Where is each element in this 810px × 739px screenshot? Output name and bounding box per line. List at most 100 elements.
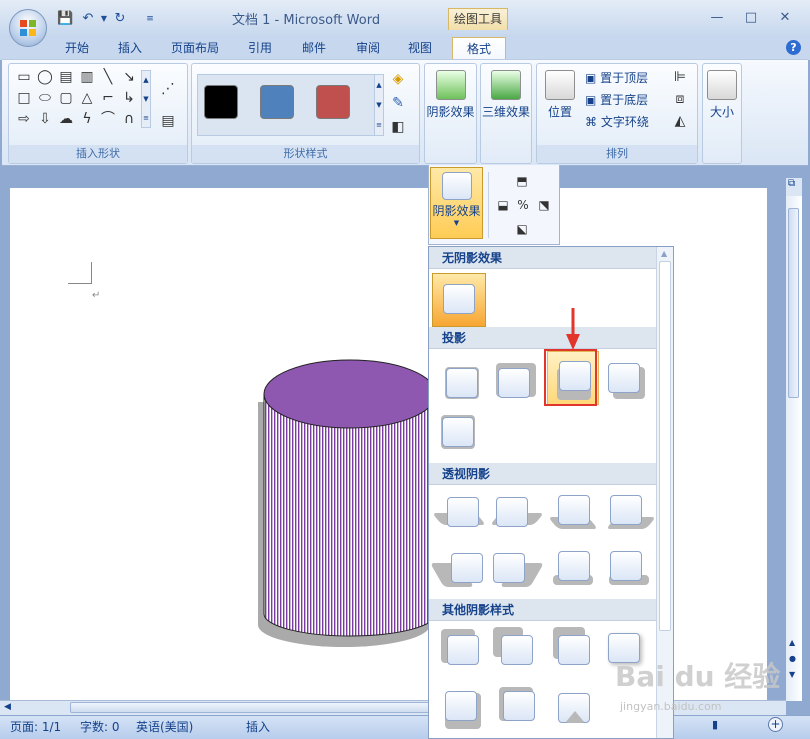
ellipse-shape-icon[interactable]: ⬭ [36, 89, 54, 107]
perspective-shadow-5[interactable] [430, 549, 483, 591]
tab-mailings[interactable]: 邮件 [294, 37, 334, 59]
other-shadow-5[interactable] [441, 689, 483, 731]
other-shadow-7[interactable] [555, 689, 597, 731]
drop-shadow-5[interactable] [439, 413, 481, 455]
text-box-insert-icon[interactable]: ▤ [159, 112, 177, 130]
zoom-in-icon[interactable]: + [768, 717, 783, 732]
textbox-shape-icon[interactable]: ▤ [57, 68, 75, 86]
nudge-shadow-up-icon[interactable]: ⬒ [513, 172, 531, 190]
align-icon[interactable]: ⊫ [671, 68, 689, 86]
send-to-back-button[interactable]: ▣ 置于底层 [585, 90, 648, 110]
drop-shadow-1[interactable] [441, 363, 483, 405]
arrow-line-icon[interactable]: ↘ [120, 68, 138, 86]
tab-view[interactable]: 视图 [400, 37, 440, 59]
gallery-scroll-up-icon[interactable]: ▲ [661, 249, 667, 258]
other-shadow-3[interactable] [553, 627, 595, 669]
lightning-shape-icon[interactable]: ϟ [78, 110, 96, 128]
group-objects-icon[interactable]: ⧈ [671, 90, 689, 108]
perspective-shadow-1[interactable] [431, 493, 487, 535]
status-mode[interactable]: 插入 [246, 718, 270, 736]
tab-format[interactable]: 格式 [452, 37, 506, 59]
vertical-scroll-thumb[interactable] [788, 208, 799, 398]
cylinder-shape[interactable] [256, 352, 456, 652]
redo-icon[interactable]: ↻ [112, 11, 128, 27]
rotate-icon[interactable]: ◭ [671, 112, 689, 130]
style-swatch-black[interactable] [204, 85, 238, 119]
shapes-gallery-scroll[interactable]: ▲ ▼ ≡ [141, 70, 151, 128]
nudge-shadow-right-icon[interactable]: ⬔ [535, 196, 553, 214]
rectangle-shape-icon[interactable]: ▭ [15, 68, 33, 86]
perspective-shadow-6[interactable] [491, 549, 544, 591]
ruler-toggle-icon[interactable]: ⧉ [788, 178, 795, 189]
nudge-shadow-down-icon[interactable]: ⬕ [513, 220, 531, 238]
edit-shape-icon[interactable]: ⋰ [159, 80, 177, 98]
shadow-on-off-icon[interactable]: % [514, 196, 532, 214]
tab-page-layout[interactable]: 页面布局 [166, 37, 224, 59]
customize-quick-access-icon[interactable]: ≡ [142, 11, 158, 27]
perspective-shadow-4[interactable] [605, 493, 657, 535]
maximize-icon[interactable]: □ [741, 10, 761, 26]
right-arrow-shape-icon[interactable]: ⇨ [15, 110, 33, 128]
group-shadow-effects: 阴影效果 [424, 63, 477, 164]
other-shadow-2[interactable] [493, 627, 535, 669]
rounded-rect-icon[interactable]: ▢ [57, 89, 75, 107]
perspective-shadow-7[interactable] [553, 549, 599, 591]
style-swatch-blue[interactable] [260, 85, 294, 119]
3d-effects-button[interactable]: 三维效果 [481, 70, 531, 120]
gallery-scroll-thumb[interactable] [659, 261, 671, 631]
vertical-scrollbar[interactable]: ▲ ● ▼ [786, 196, 802, 701]
status-language[interactable]: 英语(美国) [136, 718, 193, 736]
undo-icon[interactable]: ↶ [80, 11, 96, 27]
tab-home[interactable]: 开始 [57, 37, 97, 59]
help-icon[interactable]: ? [786, 40, 801, 55]
size-button[interactable]: 大小 [703, 70, 741, 120]
change-shape-icon[interactable]: ◧ [389, 118, 407, 136]
close-icon[interactable]: ✕ [775, 10, 795, 26]
margin-corner-mark [68, 262, 92, 284]
prev-page-icon[interactable]: ▲ [789, 638, 795, 647]
rect-shape-icon[interactable]: □ [15, 89, 33, 107]
scroll-left-icon[interactable]: ◀ [4, 702, 11, 712]
oval-shape-icon[interactable]: ◯ [36, 68, 54, 86]
line-shape-icon[interactable]: ╲ [99, 68, 117, 86]
horizontal-scroll-thumb[interactable] [70, 702, 430, 713]
arc-shape-icon[interactable]: ⌒ [99, 110, 117, 128]
shadow-effects-button[interactable]: 阴影效果 [425, 70, 476, 120]
minimize-icon[interactable]: — [707, 10, 727, 26]
vertical-textbox-icon[interactable]: ▥ [78, 68, 96, 86]
styles-gallery-scroll[interactable]: ▲ ▼ ≡ [374, 74, 384, 136]
triangle-shape-icon[interactable]: △ [78, 89, 96, 107]
browse-object-icon[interactable]: ● [789, 654, 796, 663]
no-shadow-option[interactable] [432, 273, 486, 327]
style-swatch-red[interactable] [316, 85, 350, 119]
tab-insert[interactable]: 插入 [110, 37, 150, 59]
curve-shape-icon[interactable]: ∩ [120, 110, 138, 128]
bring-to-front-button[interactable]: ▣ 置于顶层 [585, 68, 648, 88]
position-button[interactable]: 位置 [541, 70, 579, 120]
elbow-arrow-icon[interactable]: ↳ [120, 89, 138, 107]
perspective-shadow-2[interactable] [489, 493, 545, 535]
down-arrow-shape-icon[interactable]: ⇩ [36, 110, 54, 128]
save-icon[interactable]: 💾 [57, 11, 73, 27]
text-wrap-button[interactable]: ⌘ 文字环绕 [585, 112, 649, 132]
office-button[interactable] [9, 9, 47, 47]
zoom-slider-icon[interactable]: ▮ [712, 718, 718, 731]
other-shadow-6[interactable] [499, 687, 541, 729]
perspective-shadow-3[interactable] [547, 493, 599, 535]
shadow-effects-dropdown-button[interactable]: 阴影效果 ▼ [430, 167, 483, 239]
drop-shadow-4[interactable] [605, 359, 647, 401]
shape-fill-icon[interactable]: ◈ [389, 70, 407, 88]
status-page[interactable]: 页面: 1/1 [10, 718, 61, 736]
perspective-shadow-8[interactable] [605, 549, 651, 591]
status-words[interactable]: 字数: 0 [80, 718, 120, 736]
shape-outline-icon[interactable]: ✎ [389, 94, 407, 112]
tab-references[interactable]: 引用 [240, 37, 280, 59]
tab-review[interactable]: 审阅 [348, 37, 388, 59]
undo-dropdown-icon[interactable]: ▼ [96, 11, 112, 27]
cloud-shape-icon[interactable]: ☁ [57, 110, 75, 128]
elbow-connector-icon[interactable]: ⌐ [99, 89, 117, 107]
drop-shadow-2[interactable] [493, 363, 536, 405]
next-page-icon[interactable]: ▼ [789, 670, 795, 679]
other-shadow-1[interactable] [441, 629, 483, 671]
nudge-shadow-left-icon[interactable]: ⬓ [494, 196, 512, 214]
